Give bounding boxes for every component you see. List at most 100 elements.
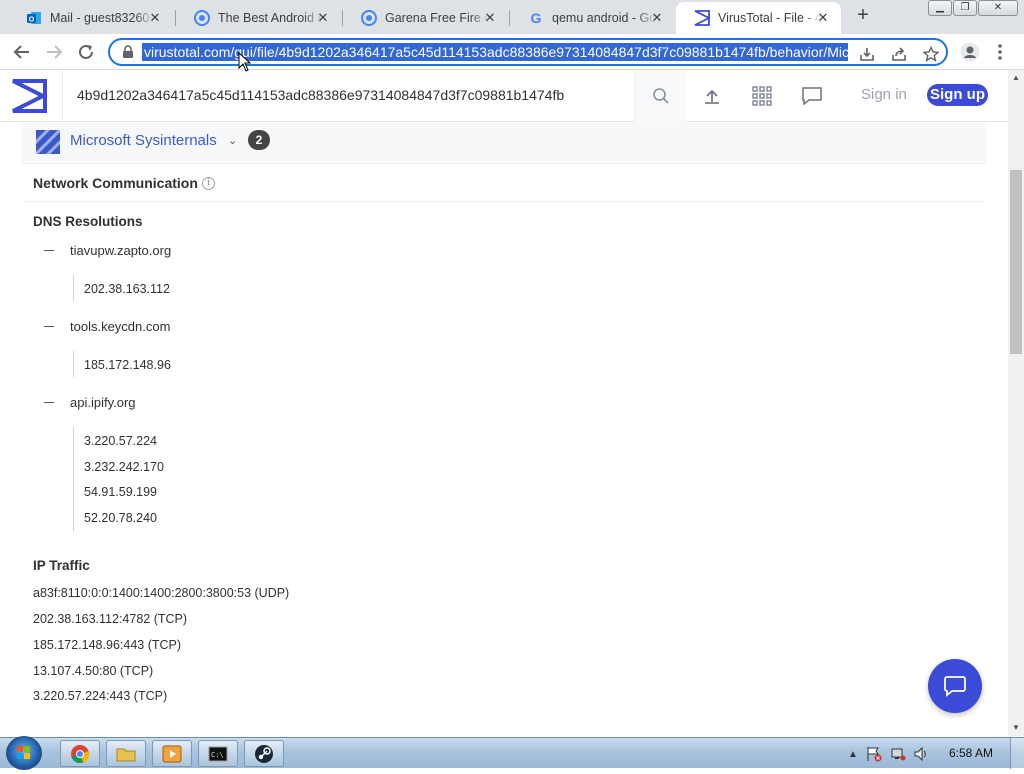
svg-text:G: G <box>531 10 542 26</box>
tab-virustotal[interactable]: VirusTotal - File - 4b9d1202a3 ✕ <box>676 2 841 34</box>
support-chat-button[interactable] <box>928 659 982 713</box>
collapse-dash-icon[interactable] <box>44 250 54 251</box>
dns-domain[interactable]: tools.keycdn.com <box>70 319 170 334</box>
sign-in-link[interactable]: Sign in <box>861 86 907 103</box>
google-icon: G <box>528 10 544 26</box>
scroll-down-arrow-icon[interactable]: ▼ <box>1008 720 1024 736</box>
action-center-flag-icon[interactable] <box>866 746 882 762</box>
info-icon[interactable]: i <box>202 177 215 190</box>
share-icon[interactable] <box>890 45 908 63</box>
ip-traffic-title: IP Traffic <box>33 558 90 573</box>
upload-file-button[interactable] <box>700 84 724 108</box>
chrome-menu-button[interactable] <box>988 40 1012 64</box>
ip-traffic-entry[interactable]: 3.220.57.224:443 (TCP) <box>33 689 167 703</box>
close-tab-icon[interactable]: ✕ <box>815 10 831 26</box>
search-icon <box>652 88 669 104</box>
apps-grid-icon <box>752 86 772 106</box>
resolved-ip[interactable]: 52.20.78.240 <box>84 511 157 525</box>
hash-search-value[interactable]: 4b9d1202a346417a5c45d114153adc88386e9731… <box>77 87 564 103</box>
sign-up-button[interactable]: Sign up <box>927 84 988 106</box>
resolved-ip[interactable]: 185.172.148.96 <box>84 358 171 372</box>
scroll-up-arrow-icon[interactable]: ▲ <box>1008 70 1024 86</box>
arrow-left-icon <box>13 45 29 59</box>
chat-bubble-icon <box>944 676 966 697</box>
system-clock[interactable]: 6:58 AM <box>949 746 993 760</box>
back-button[interactable] <box>10 40 34 64</box>
behavior-content: Microsoft Sysinternals ⌄ 2 Network Commu… <box>0 122 1008 736</box>
close-tab-icon[interactable]: ✕ <box>482 10 498 26</box>
restore-window-button[interactable]: ❐ <box>953 0 977 16</box>
new-tab-button[interactable]: + <box>853 5 873 26</box>
network-icon[interactable] <box>890 746 906 762</box>
arrow-right-icon <box>47 45 63 59</box>
chat-button[interactable] <box>800 84 824 108</box>
chrome-icon <box>71 744 90 763</box>
collapse-dash-icon[interactable] <box>44 326 54 327</box>
lock-icon[interactable] <box>122 45 134 64</box>
tab-free-fire[interactable]: Garena Free Fire on PC ✕ <box>343 2 508 34</box>
windows-start-button[interactable] <box>6 736 42 770</box>
sandbox-selector[interactable]: Microsoft Sysinternals ⌄ 2 <box>22 122 986 164</box>
ip-traffic-entry[interactable]: 185.172.148.96:443 (TCP) <box>33 638 181 652</box>
address-bar[interactable]: virustotal.com/gui/file/4b9d1202a346417a… <box>108 38 948 66</box>
taskbar-chrome[interactable] <box>60 740 100 767</box>
chat-bubble-icon <box>802 87 822 106</box>
close-tab-icon[interactable]: ✕ <box>147 10 163 26</box>
bookmark-star-icon[interactable] <box>922 45 940 63</box>
show-hidden-icons-icon[interactable]: ▲ <box>845 746 861 762</box>
windows-taskbar: C:\ ▲ 6:58 AM <box>0 736 1024 770</box>
section-divider <box>22 201 986 202</box>
volume-icon[interactable] <box>913 746 929 762</box>
resolved-ip[interactable]: 3.232.242.170 <box>84 460 164 474</box>
scroll-thumb[interactable] <box>1010 170 1022 354</box>
dns-domain[interactable]: tiavupw.zapto.org <box>70 243 171 258</box>
steam-icon <box>255 744 273 763</box>
tab-outlook-mail[interactable]: O Mail - guest83260 - Outlook ✕ <box>8 2 173 34</box>
page-scrollbar[interactable]: ▲ ▼ <box>1008 70 1024 736</box>
virustotal-logo-icon[interactable] <box>10 78 50 114</box>
apps-grid-button[interactable] <box>750 84 774 108</box>
taskbar-steam[interactable] <box>244 740 284 767</box>
sandbox-count-badge: 2 <box>248 130 270 150</box>
hash-search-field[interactable]: 4b9d1202a346417a5c45d114153adc88386e9731… <box>62 70 686 122</box>
ip-traffic-entry[interactable]: 13.107.4.50:80 (TCP) <box>33 664 153 678</box>
tab-title: Garena Free Fire on PC <box>385 11 489 25</box>
forward-button[interactable] <box>42 40 66 64</box>
profile-button[interactable] <box>958 40 982 64</box>
windows-logo-icon <box>17 746 30 759</box>
network-communication-title: Network Communication <box>33 175 198 191</box>
ip-list-rule <box>73 427 74 531</box>
close-tab-icon[interactable]: ✕ <box>649 10 665 26</box>
profile-avatar-icon <box>960 42 980 62</box>
minimize-window-button[interactable]: ▁ <box>928 0 952 16</box>
reload-button[interactable] <box>74 40 98 64</box>
tab-google-search[interactable]: G qemu android - Google Search ✕ <box>510 2 675 34</box>
tab-title: Mail - guest83260 - Outlook <box>50 11 154 25</box>
resolved-ip[interactable]: 54.91.59.199 <box>84 485 157 499</box>
close-window-button[interactable]: ✕ <box>978 0 1018 16</box>
resolved-ip[interactable]: 3.220.57.224 <box>84 434 157 448</box>
folder-icon <box>116 748 136 761</box>
search-button[interactable] <box>634 70 686 122</box>
tab-title: VirusTotal - File - 4b9d1202a3 <box>718 11 822 25</box>
taskbar-media-player[interactable] <box>152 740 192 767</box>
sandbox-name[interactable]: Microsoft Sysinternals <box>70 132 217 149</box>
kebab-menu-icon <box>998 44 1002 60</box>
show-desktop-button[interactable] <box>1010 738 1024 769</box>
svg-text:C:\: C:\ <box>211 751 224 759</box>
close-tab-icon[interactable]: ✕ <box>315 10 331 26</box>
taskbar-file-explorer[interactable] <box>106 740 146 767</box>
media-player-icon <box>162 745 182 762</box>
dns-resolutions-title: DNS Resolutions <box>33 214 143 229</box>
ip-traffic-entry[interactable]: a83f:8110:0:0:1400:1400:2800:3800:53 (UD… <box>33 586 289 600</box>
collapse-dash-icon[interactable] <box>44 402 54 403</box>
install-app-icon[interactable] <box>858 45 876 63</box>
resolved-ip[interactable]: 202.38.163.112 <box>84 282 170 296</box>
ip-list-rule <box>73 275 74 301</box>
ip-traffic-entry[interactable]: 202.38.163.112:4782 (TCP) <box>33 612 187 626</box>
dns-domain[interactable]: api.ipify.org <box>70 395 136 410</box>
chevron-down-icon[interactable]: ⌄ <box>228 134 237 147</box>
tab-android-emulator[interactable]: The Best Android Emulator ✕ <box>176 2 341 34</box>
chrome-generic-icon <box>194 10 210 26</box>
taskbar-command-prompt[interactable]: C:\ <box>198 740 238 767</box>
